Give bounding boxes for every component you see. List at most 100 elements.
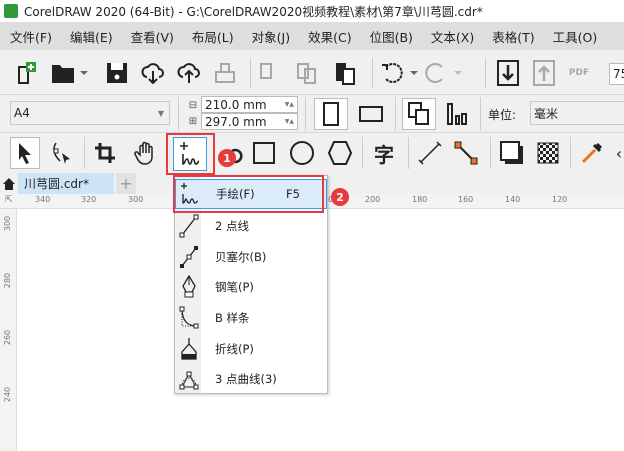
- print-icon[interactable]: [212, 60, 238, 86]
- ruler-label: 300: [3, 215, 13, 232]
- flyout-label: B 样条: [215, 311, 250, 325]
- highlight-box-2: [173, 175, 324, 213]
- ruler-label: 140: [505, 195, 521, 204]
- page-width-input[interactable]: 210.0 mm ▼▲: [201, 96, 298, 113]
- pdf-label: PDF: [568, 68, 590, 78]
- interactive-fill-icon[interactable]: ‹: [612, 137, 624, 169]
- redo-icon[interactable]: [424, 60, 464, 86]
- menu-edit[interactable]: 编辑(E): [61, 27, 122, 46]
- menu-layout[interactable]: 布局(L): [183, 27, 243, 46]
- portrait-icon[interactable]: [314, 98, 348, 130]
- ruler-label: 240: [3, 386, 13, 403]
- pan-tool-icon[interactable]: [130, 137, 162, 169]
- cut-icon[interactable]: [256, 60, 282, 86]
- drop-shadow-tool-icon[interactable]: [496, 137, 528, 169]
- toolbox: 字 ‹: [0, 133, 624, 173]
- shape-tool-icon[interactable]: [46, 137, 76, 169]
- menu-table[interactable]: 表格(T): [483, 27, 543, 46]
- cloud-upload-icon[interactable]: [176, 60, 202, 86]
- crop-tool-icon[interactable]: [90, 137, 120, 169]
- transparency-tool-icon[interactable]: [532, 137, 564, 169]
- menu-object[interactable]: 对象(J): [243, 27, 299, 46]
- flyout-item-3-point-curve[interactable]: 3 点曲线(3): [175, 364, 327, 394]
- step-badge-1: 1: [218, 149, 236, 167]
- dimension-tool-icon[interactable]: [414, 137, 446, 169]
- flyout-item-pen[interactable]: 钢笔(P): [175, 272, 327, 302]
- b-spline-icon: [179, 306, 199, 329]
- step-badge-2: 2: [331, 188, 349, 206]
- polygon-tool-icon[interactable]: [324, 137, 356, 169]
- ruler-label: 180: [412, 195, 428, 204]
- export-icon[interactable]: [530, 58, 558, 88]
- units-value: 毫米: [534, 106, 559, 121]
- spinner-icon[interactable]: ▼▲: [285, 101, 294, 108]
- menu-bitmaps[interactable]: 位图(B): [361, 27, 422, 46]
- page-size-value: A4: [14, 106, 30, 120]
- ruler-label: 280: [3, 272, 13, 289]
- page-height-value: 297.0 mm: [205, 114, 267, 129]
- add-tab-icon[interactable]: +: [116, 173, 136, 194]
- page-height-input[interactable]: 297.0 mm ▼▲: [201, 113, 298, 130]
- ruler-label: 340: [35, 195, 51, 204]
- undo-icon[interactable]: [380, 60, 420, 86]
- menu-effects[interactable]: 效果(C): [299, 27, 360, 46]
- landscape-icon[interactable]: [354, 98, 388, 130]
- chevron-down-icon: ▼: [157, 108, 164, 118]
- three-point-curve-icon: [179, 371, 199, 390]
- flyout-item-bezier[interactable]: 贝塞尔(B): [175, 242, 327, 272]
- polyline-icon: [181, 338, 197, 360]
- text-tool-icon[interactable]: 字: [368, 137, 400, 169]
- page-size-select[interactable]: A4 ▼: [10, 101, 170, 125]
- ruler-label: 160: [458, 195, 474, 204]
- flyout-label: 3 点曲线(3): [215, 372, 277, 386]
- page-width-value: 210.0 mm: [205, 97, 267, 112]
- menu-view[interactable]: 查看(V): [122, 27, 183, 46]
- publish-pdf-icon[interactable]: PDF: [566, 60, 592, 86]
- standard-toolbar: PDF 75: [0, 50, 624, 95]
- coreldraw-logo-icon: [4, 4, 18, 18]
- spinner-icon[interactable]: ▼▲: [285, 118, 294, 125]
- ruler-label: 200: [365, 195, 381, 204]
- import-icon[interactable]: [494, 58, 522, 88]
- ellipse-tool-icon[interactable]: [286, 137, 318, 169]
- all-pages-icon[interactable]: [402, 98, 436, 130]
- zoom-level-input[interactable]: 75: [609, 63, 624, 85]
- flyout-item-polyline[interactable]: 折线(P): [175, 334, 327, 364]
- menu-tools[interactable]: 工具(O): [544, 27, 607, 46]
- open-icon[interactable]: [50, 60, 90, 86]
- text-tool-glyph: 字: [374, 142, 394, 167]
- ruler-label: 300: [128, 195, 144, 204]
- new-document-icon[interactable]: [14, 60, 40, 86]
- ruler-origin-icon[interactable]: ⇱: [5, 195, 13, 205]
- flyout-item-2-point-line[interactable]: 2 点线: [175, 211, 327, 241]
- menu-bar: 文件(F) 编辑(E) 查看(V) 布局(L) 对象(J) 效果(C) 位图(B…: [0, 22, 624, 50]
- units-label: 单位:: [488, 108, 517, 122]
- vertical-ruler[interactable]: 300 280 260 240: [0, 209, 17, 451]
- current-page-icon[interactable]: [440, 98, 474, 130]
- connector-tool-icon[interactable]: [450, 137, 482, 169]
- pick-tool-icon[interactable]: [10, 137, 40, 169]
- flyout-label: 贝塞尔(B): [215, 250, 267, 264]
- flyout-item-b-spline[interactable]: B 样条: [175, 303, 327, 333]
- rectangle-tool-icon[interactable]: [248, 137, 280, 169]
- menu-text[interactable]: 文本(X): [422, 27, 483, 46]
- bezier-icon: [180, 246, 198, 268]
- units-select[interactable]: 毫米: [530, 101, 624, 125]
- document-tab-label: 川芎圆.cdr*: [24, 177, 89, 191]
- menu-file[interactable]: 文件(F): [0, 27, 61, 46]
- ruler-label: 320: [81, 195, 97, 204]
- document-tab[interactable]: 川芎圆.cdr*: [18, 173, 114, 194]
- pen-icon: [182, 275, 196, 298]
- home-icon[interactable]: [0, 173, 18, 194]
- flyout-label: 折线(P): [215, 342, 254, 356]
- cloud-download-icon[interactable]: [140, 60, 166, 86]
- ruler-label: 260: [3, 329, 13, 346]
- eyedropper-tool-icon[interactable]: [576, 137, 608, 169]
- paste-icon[interactable]: [332, 60, 358, 86]
- window-title: CorelDRAW 2020 (64-Bit) - G:\CorelDRAW20…: [24, 4, 483, 19]
- ruler-label: 120: [552, 195, 568, 204]
- page-height-icon: ⊞: [188, 115, 198, 127]
- save-icon[interactable]: [104, 60, 130, 86]
- flyout-label: 2 点线: [215, 219, 249, 233]
- copy-icon[interactable]: [294, 60, 320, 86]
